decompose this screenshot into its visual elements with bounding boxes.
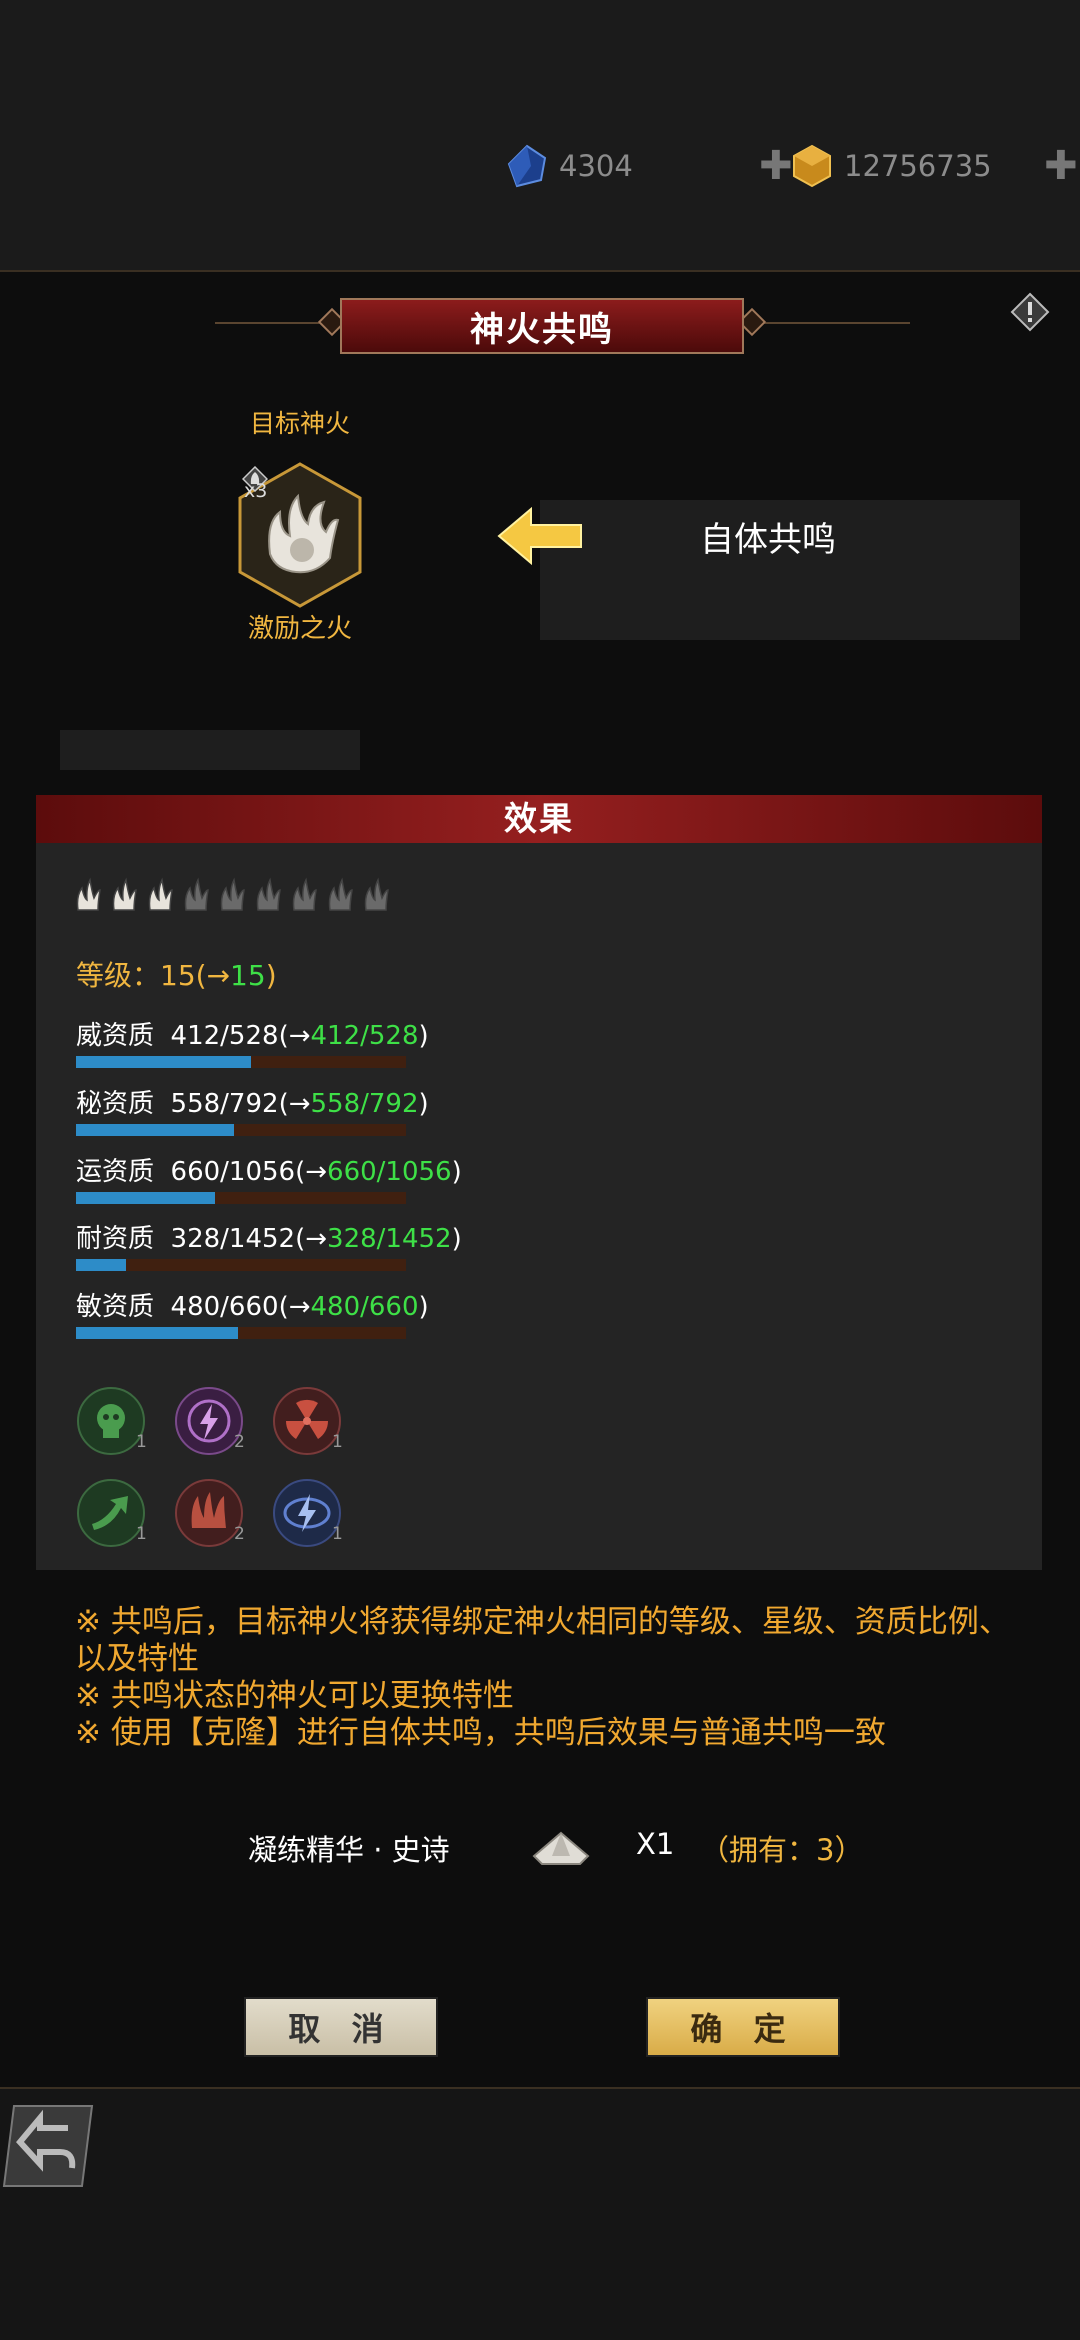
stat-bar-fill <box>76 1259 126 1271</box>
stat-label: 威资质 <box>76 1021 155 1051</box>
stat-row: 运资质 660/1056(→660/1056) <box>76 1151 496 1204</box>
background-ghost <box>60 730 360 770</box>
stat-bar-fill <box>76 1192 215 1204</box>
stat-current: 480/660 <box>170 1292 279 1322</box>
confirm-button[interactable]: 确 定 <box>646 1997 840 2057</box>
stat-bar-fill <box>76 1327 238 1339</box>
star-rating <box>72 876 390 916</box>
trait-count: 2 <box>234 1524 245 1544</box>
stat-close: ) <box>418 1089 429 1119</box>
stat-bar-fill <box>76 1056 251 1068</box>
stat-label: 敏资质 <box>76 1292 155 1322</box>
gold-value: 12756735 <box>844 149 992 183</box>
stat-close: ) <box>451 1224 462 1254</box>
stat-current: 328/1452 <box>170 1224 296 1254</box>
star-empty-icon <box>256 877 281 911</box>
target-count: x3 <box>244 480 268 502</box>
level-row: 等级：15(→15) <box>76 954 277 994</box>
add-gold-button[interactable]: ✚ <box>1044 143 1078 189</box>
level-new: 15 <box>230 959 266 992</box>
stat-current: 660/1056 <box>170 1157 296 1187</box>
stat-row: 耐资质 328/1452(→328/1452) <box>76 1218 496 1271</box>
stat-new: 412/528 <box>310 1021 419 1051</box>
stat-row: 秘资质 558/792(→558/792) <box>76 1083 496 1136</box>
star-empty-icon <box>220 877 245 911</box>
trait-count: 2 <box>234 1432 245 1452</box>
trait-count: 1 <box>332 1524 343 1544</box>
stat-row: 敏资质 480/660(→480/660) <box>76 1286 496 1339</box>
stat-close: ) <box>418 1021 429 1051</box>
star-empty-icon <box>184 877 209 911</box>
stat-arrow: (→ <box>295 1157 328 1187</box>
cancel-button[interactable]: 取 消 <box>244 1997 438 2057</box>
effect-header: 效果 <box>36 795 1042 843</box>
stat-label: 运资质 <box>76 1157 155 1187</box>
stat-new: 558/792 <box>310 1089 419 1119</box>
note-line: ※ 共鸣状态的神火可以更换特性 <box>75 1678 514 1714</box>
stat-bar <box>76 1124 406 1136</box>
star-empty-icon <box>292 877 317 911</box>
star-filled-icon <box>148 877 173 911</box>
star-filled-icon <box>76 877 101 911</box>
cost-owned: （拥有：3） <box>700 1833 864 1867</box>
star-filled-icon <box>112 877 137 911</box>
cost-quantity: X1 <box>636 1827 675 1861</box>
stat-arrow: (→ <box>278 1292 311 1322</box>
stat-current: 558/792 <box>170 1089 279 1119</box>
trait-count: 1 <box>136 1524 147 1544</box>
level-current: 15 <box>160 959 196 992</box>
stat-bar <box>76 1259 406 1271</box>
star-empty-icon <box>328 877 353 911</box>
gold-cube-icon <box>793 144 831 188</box>
stat-new: 328/1452 <box>327 1224 452 1254</box>
self-resonance-label: 自体共鸣 <box>700 520 836 560</box>
essence-crystal-icon <box>532 1831 590 1865</box>
gold-currency: 12756735 ✚ <box>790 140 1078 192</box>
top-bar: 4304 ✚ 12756735 ✚ <box>0 0 1080 270</box>
star-empty-icon <box>364 877 389 911</box>
note-line: ※ 使用【克隆】进行自体共鸣，共鸣后效果与普通共鸣一致 <box>75 1715 886 1751</box>
stat-arrow: (→ <box>295 1224 328 1254</box>
stat-arrow: (→ <box>278 1021 311 1051</box>
gem-value: 4304 <box>559 149 633 183</box>
stat-bar <box>76 1056 406 1068</box>
level-arrow: (→ <box>195 959 231 992</box>
stat-bar-fill <box>76 1124 235 1136</box>
cost-item-name: 凝练精华 · 史诗 <box>248 1833 450 1867</box>
stat-row: 威资质 412/528(→412/528) <box>76 1015 496 1068</box>
stat-new: 660/1056 <box>327 1157 452 1187</box>
gem-currency: 4304 ✚ <box>505 140 793 192</box>
stat-arrow: (→ <box>278 1089 311 1119</box>
stat-bar <box>76 1192 406 1204</box>
note-line: ※ 共鸣后，目标神火将获得绑定神火相同的等级、星级、资质比例、以及特性 <box>75 1604 1010 1677</box>
modal-title: 神火共鸣 <box>340 298 744 354</box>
back-arrow-icon[interactable] <box>0 2098 96 2194</box>
stat-label: 秘资质 <box>76 1089 155 1119</box>
arrow-left-icon <box>497 506 582 566</box>
level-label: 等级： <box>76 959 161 992</box>
stat-current: 412/528 <box>170 1021 279 1051</box>
target-fire-label: 目标神火 <box>249 409 350 438</box>
level-close: ) <box>265 959 277 992</box>
resonance-notes: ※ 共鸣后，目标神火将获得绑定神火相同的等级、星级、资质比例、以及特性 ※ 共鸣… <box>75 1604 1035 1752</box>
trait-count: 1 <box>136 1432 147 1452</box>
stat-bar <box>76 1327 406 1339</box>
stat-close: ) <box>418 1292 429 1322</box>
blue-crystal-icon <box>507 144 547 188</box>
stat-close: ) <box>451 1157 462 1187</box>
info-icon[interactable] <box>1010 292 1050 332</box>
add-gem-button[interactable]: ✚ <box>759 143 793 189</box>
trait-count: 1 <box>332 1432 343 1452</box>
target-fire-name: 激励之火 <box>247 614 352 644</box>
stat-label: 耐资质 <box>76 1224 155 1254</box>
stat-new: 480/660 <box>310 1292 419 1322</box>
